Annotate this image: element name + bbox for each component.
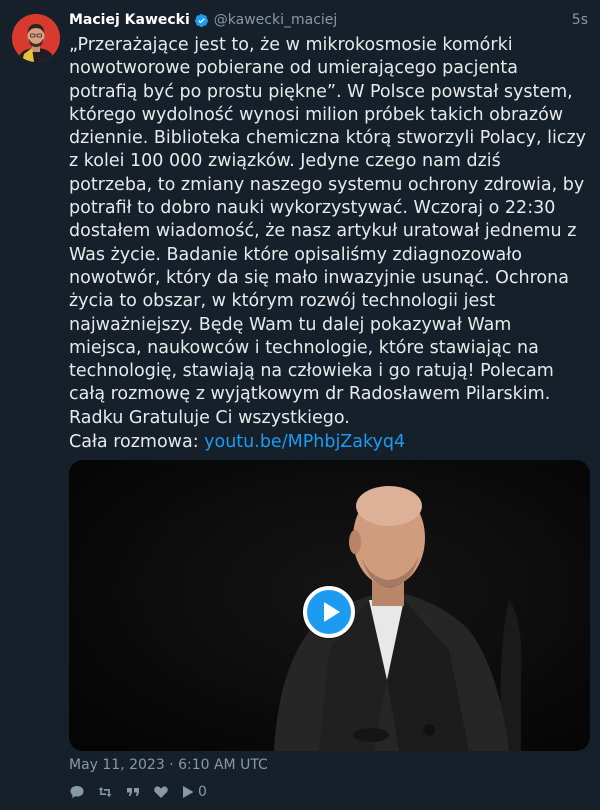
verified-badge-icon (194, 13, 209, 28)
views-button[interactable]: 0 (181, 782, 207, 802)
quote-icon (127, 788, 139, 796)
cta-label: Cała rozmowa: (69, 432, 205, 452)
retweet-button[interactable] (97, 782, 113, 802)
tweet: Maciej Kawecki @kawecki_maciej 5s „Przer… (0, 0, 600, 810)
heart-icon (154, 786, 168, 798)
avatar-image (12, 14, 60, 62)
tweet-header: Maciej Kawecki @kawecki_maciej 5s (69, 10, 588, 30)
video-player[interactable] (69, 460, 590, 751)
tweet-text: „Przerażające jest to, że w mikrokosmosi… (69, 35, 592, 428)
tweet-date[interactable]: May 11, 2023 · 6:10 AM UTC (69, 757, 268, 773)
author-handle[interactable]: @kawecki_maciej (214, 12, 338, 28)
author-name[interactable]: Maciej Kawecki (69, 12, 190, 28)
views-count: 0 (198, 784, 207, 800)
tweet-cta: Cała rozmowa: youtu.be/MPhbjZakyq4 (69, 431, 405, 454)
reply-button[interactable] (69, 782, 85, 802)
youtube-link[interactable]: youtu.be/MPhbjZakyq4 (204, 432, 405, 452)
reply-icon (70, 786, 84, 798)
tweet-time[interactable]: 5s (572, 12, 588, 28)
quote-button[interactable] (125, 782, 141, 802)
tweet-actions: 0 (69, 782, 219, 802)
play-icon[interactable] (303, 586, 355, 638)
avatar[interactable] (12, 14, 60, 62)
like-button[interactable] (153, 782, 169, 802)
retweet-icon (98, 787, 112, 797)
play-icon (183, 786, 194, 798)
